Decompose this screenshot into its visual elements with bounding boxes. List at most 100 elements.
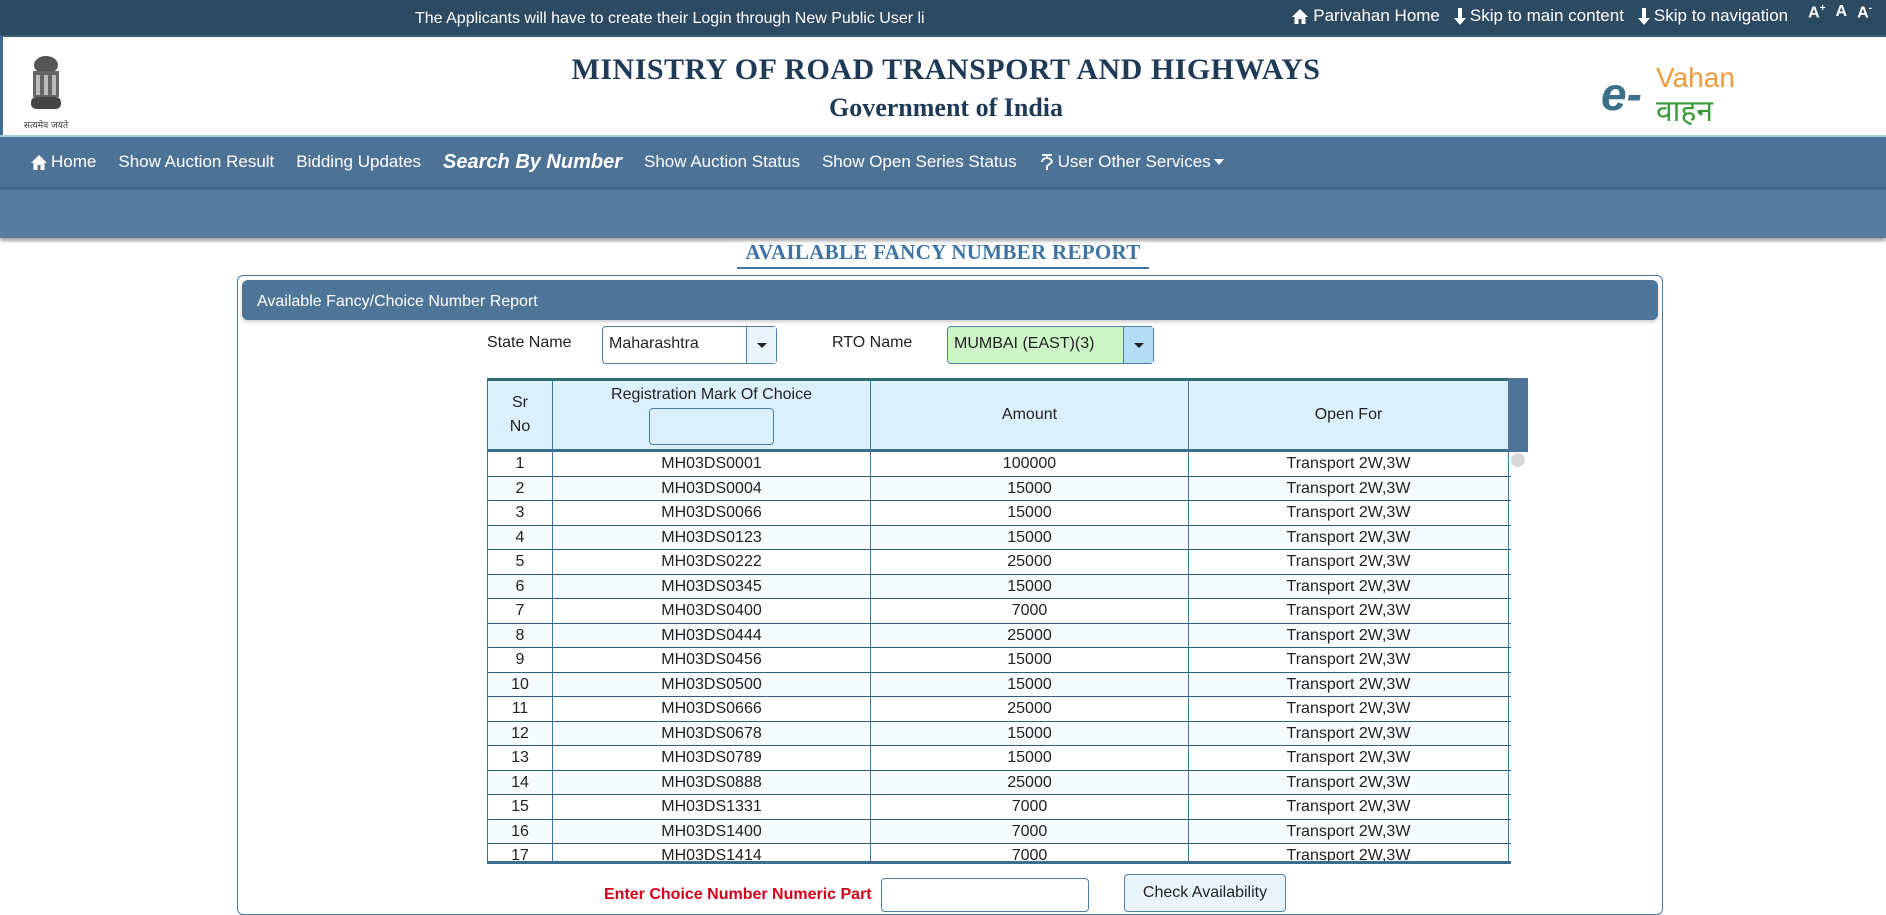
header-sr-no: Sr No (488, 381, 553, 449)
choice-number-input[interactable] (881, 878, 1089, 912)
cell-sr-no: 7 (488, 599, 553, 623)
nav-user-other-services[interactable]: User Other Services (1039, 152, 1224, 172)
cell-open-for: Transport 2W,3W (1189, 819, 1509, 843)
chevron-down-icon[interactable] (746, 327, 776, 363)
user-services-icon (1040, 154, 1053, 170)
table-row[interactable]: 17 MH03DS1414 7000 Transport 2W,3W (488, 844, 1511, 861)
nav-home-label: Home (51, 152, 97, 171)
table-body[interactable]: 1 MH03DS0001 100000 Transport 2W,3W 2 MH03DS0… (487, 452, 1511, 864)
rto-name-label: RTO Name (832, 334, 913, 351)
font-normal-button[interactable]: A (1836, 3, 1848, 22)
chevron-down-icon[interactable] (1123, 327, 1153, 363)
cell-sr-no: 17 (488, 844, 553, 861)
nav-home[interactable]: Home (30, 152, 96, 172)
state-select[interactable]: Maharashtra (602, 326, 777, 364)
cell-amount: 15000 (871, 672, 1189, 696)
page-title-wrap: AVAILABLE FANCY NUMBER REPORT (0, 240, 1886, 269)
table-row[interactable]: 2 MH03DS0004 15000 Transport 2W,3W (488, 476, 1511, 501)
skip-navigation-label: Skip to navigation (1653, 6, 1789, 25)
font-decrease-button[interactable]: A- (1857, 3, 1872, 22)
nav-show-auction-status[interactable]: Show Auction Status (644, 152, 800, 172)
cell-open-for: Transport 2W,3W (1189, 623, 1509, 647)
top-bar: The Applicants will have to create their… (0, 0, 1886, 37)
cell-amount: 15000 (871, 476, 1189, 500)
nav-label: Show Auction Result (118, 152, 275, 171)
cell-amount: 25000 (871, 770, 1189, 794)
cell-registration-mark: MH03DS0222 (553, 550, 871, 574)
table-row[interactable]: 6 MH03DS0345 15000 Transport 2W,3W (488, 574, 1511, 599)
nav-label: Bidding Updates (296, 152, 422, 171)
cell-sr-no: 15 (488, 795, 553, 819)
rto-select[interactable]: MUMBAI (EAST)(3) (947, 326, 1154, 364)
table-row[interactable]: 3 MH03DS0066 15000 Transport 2W,3W (488, 501, 1511, 526)
cell-open-for: Transport 2W,3W (1189, 476, 1509, 500)
panel-heading: Available Fancy/Choice Number Report (242, 280, 1658, 320)
table-row[interactable]: 14 MH03DS0888 25000 Transport 2W,3W (488, 770, 1511, 795)
cell-open-for: Transport 2W,3W (1189, 452, 1509, 476)
table-row[interactable]: 15 MH03DS1331 7000 Transport 2W,3W (488, 795, 1511, 820)
cell-open-for: Transport 2W,3W (1189, 574, 1509, 598)
cell-open-for: Transport 2W,3W (1189, 672, 1509, 696)
table-header: Sr No Registration Mark Of Choice Amount… (487, 378, 1511, 452)
cell-registration-mark: MH03DS0004 (553, 476, 871, 500)
cell-sr-no: 11 (488, 697, 553, 721)
nav-label: Show Auction Status (644, 152, 800, 171)
svg-text:Vahan: Vahan (1656, 62, 1735, 93)
cell-amount: 15000 (871, 525, 1189, 549)
table-row[interactable]: 5 MH03DS0222 25000 Transport 2W,3W (488, 550, 1511, 575)
sub-nav-bar (0, 187, 1886, 238)
cell-sr-no: 8 (488, 623, 553, 647)
state-select-value: Maharashtra (609, 335, 699, 352)
check-availability-button[interactable]: Check Availability (1124, 874, 1286, 912)
table-row[interactable]: 4 MH03DS0123 15000 Transport 2W,3W (488, 525, 1511, 550)
table-row[interactable]: 7 MH03DS0400 7000 Transport 2W,3W (488, 599, 1511, 624)
nav-bidding-updates[interactable]: Bidding Updates (296, 152, 421, 172)
cell-open-for: Transport 2W,3W (1189, 795, 1509, 819)
table-row[interactable]: 16 MH03DS1400 7000 Transport 2W,3W (488, 819, 1511, 844)
font-size-controls: A+ A A- (1808, 3, 1872, 22)
cell-registration-mark: MH03DS0066 (553, 501, 871, 525)
cell-open-for: Transport 2W,3W (1189, 550, 1509, 574)
state-name-label: State Name (487, 334, 572, 351)
table-row[interactable]: 12 MH03DS0678 15000 Transport 2W,3W (488, 721, 1511, 746)
home-icon (1292, 8, 1309, 24)
scrollbar-header (1508, 378, 1528, 452)
cell-sr-no: 2 (488, 476, 553, 500)
cell-amount: 25000 (871, 550, 1189, 574)
cell-sr-no: 10 (488, 672, 553, 696)
table-row[interactable]: 9 MH03DS0456 15000 Transport 2W,3W (488, 648, 1511, 673)
cell-registration-mark: MH03DS0345 (553, 574, 871, 598)
nav-label: Show Open Series Status (821, 152, 1017, 171)
nav-show-open-series-status[interactable]: Show Open Series Status (822, 152, 1017, 172)
skip-main-content-link[interactable]: Skip to main content (1453, 6, 1624, 26)
cell-amount: 15000 (871, 648, 1189, 672)
cell-registration-mark: MH03DS0678 (553, 721, 871, 745)
table-row[interactable]: 1 MH03DS0001 100000 Transport 2W,3W (488, 452, 1511, 477)
font-increase-button[interactable]: A+ (1808, 3, 1825, 22)
cell-amount: 15000 (871, 746, 1189, 770)
scrollbar-thumb[interactable] (1511, 453, 1525, 467)
cell-open-for: Transport 2W,3W (1189, 844, 1509, 861)
registration-filter-input[interactable] (649, 407, 774, 445)
cell-open-for: Transport 2W,3W (1189, 770, 1509, 794)
table-row[interactable]: 8 MH03DS0444 25000 Transport 2W,3W (488, 623, 1511, 648)
parivahan-home-link[interactable]: Parivahan Home (1291, 6, 1440, 26)
site-header: सत्यमेव जयते MINISTRY OF ROAD TRANSPORT … (0, 37, 1886, 135)
top-links: Parivahan Home Skip to main content Skip… (1291, 3, 1872, 26)
table-row[interactable]: 13 MH03DS0789 15000 Transport 2W,3W (488, 746, 1511, 771)
cell-open-for: Transport 2W,3W (1189, 525, 1509, 549)
evahan-logo: e- Vahan वाहन (1601, 62, 1735, 129)
header-registration-mark: Registration Mark Of Choice (553, 381, 871, 449)
nav-label: User Other Services (1057, 152, 1211, 171)
cell-amount: 7000 (871, 795, 1189, 819)
nav-search-by-number[interactable]: Search By Number (443, 151, 622, 174)
table-row[interactable]: 10 MH03DS0500 15000 Transport 2W,3W (488, 672, 1511, 697)
nav-show-auction-result[interactable]: Show Auction Result (118, 152, 274, 172)
cell-registration-mark: MH03DS0789 (553, 746, 871, 770)
cell-sr-no: 1 (488, 452, 553, 476)
cell-registration-mark: MH03DS0666 (553, 697, 871, 721)
cell-amount: 100000 (871, 452, 1189, 476)
cell-amount: 15000 (871, 574, 1189, 598)
table-row[interactable]: 11 MH03DS0666 25000 Transport 2W,3W (488, 697, 1511, 722)
skip-navigation-link[interactable]: Skip to navigation (1637, 6, 1789, 26)
